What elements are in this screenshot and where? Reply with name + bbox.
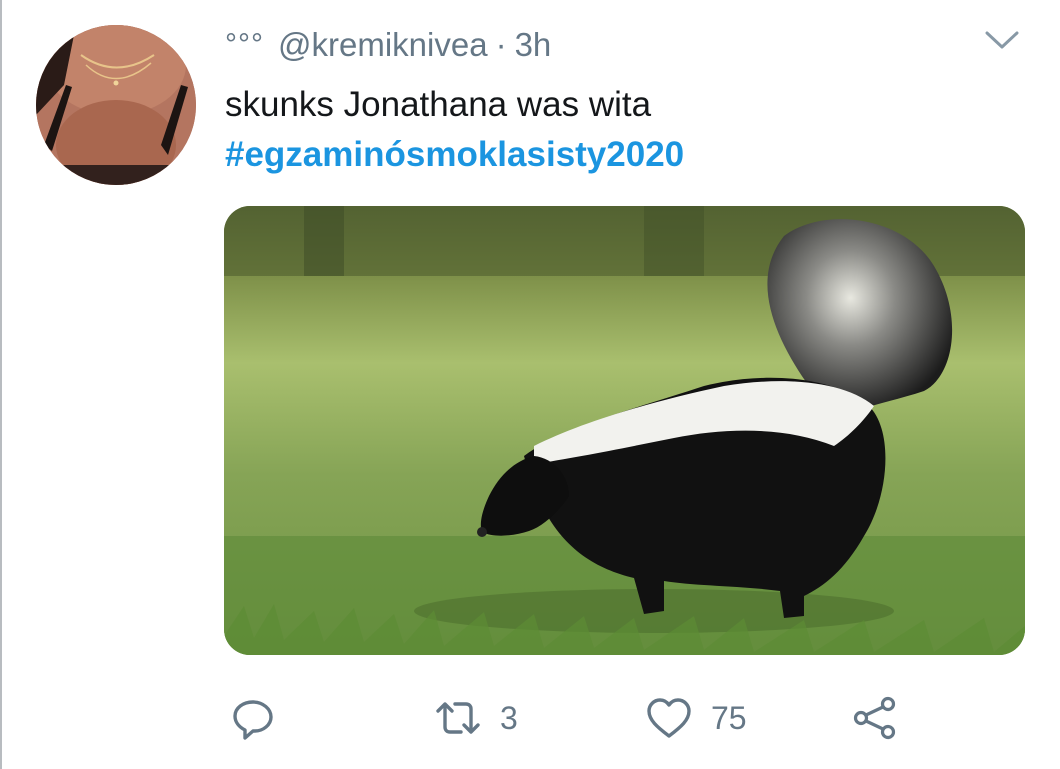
tweet-header: °°° @kremiknivea · 3h [225,22,551,68]
hashtag-link[interactable]: #egzaminósmoklasisty2020 [225,130,684,180]
timestamp[interactable]: 3h [515,26,552,64]
skunk-photo [224,206,1025,655]
like-button[interactable]: 75 [645,690,747,746]
display-name[interactable]: °°° [225,28,264,62]
share-icon [853,696,896,740]
left-border [0,0,2,769]
handle[interactable]: @kremiknivea [278,26,488,64]
avatar-image [36,25,196,185]
heart-icon [647,698,691,738]
avatar[interactable] [36,25,196,185]
like-count: 75 [711,699,747,736]
header-separator: · [495,26,507,63]
reply-button[interactable] [230,690,276,746]
reply-icon [233,700,273,740]
retweet-button[interactable]: 3 [434,690,518,746]
retweet-count: 3 [500,699,518,736]
tweet-body: skunks Jonathana was wita [225,85,652,124]
chevron-down-icon[interactable] [984,28,1020,52]
tweet-text: skunks Jonathana was wita #egzaminósmokl… [225,80,684,180]
action-bar: 3 75 [0,690,1060,746]
share-button[interactable] [851,690,899,746]
tweet-media[interactable] [224,206,1025,655]
retweet-icon [436,702,480,734]
